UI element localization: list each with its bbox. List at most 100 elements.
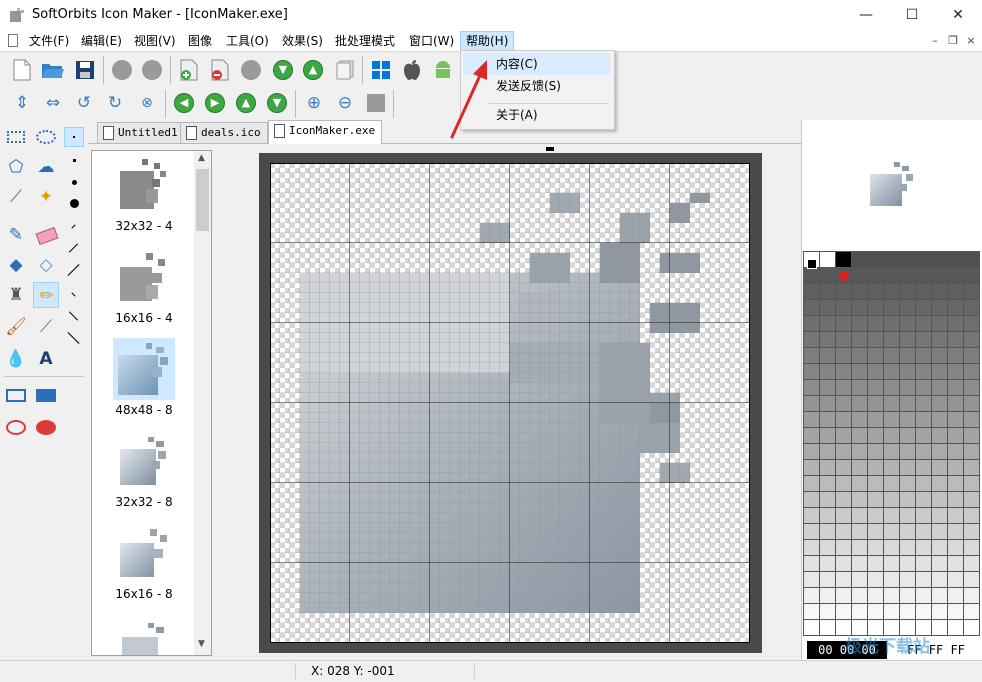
palette-swatch[interactable]: [883, 507, 900, 524]
palette-swatch[interactable]: [947, 299, 964, 316]
palette-swatch[interactable]: [851, 315, 868, 332]
palette-swatch[interactable]: [931, 299, 948, 316]
palette-swatch[interactable]: [803, 283, 820, 300]
palette-swatch[interactable]: [899, 491, 916, 508]
palette-swatch[interactable]: [867, 363, 884, 380]
palette-swatch[interactable]: [819, 555, 836, 572]
palette-swatch[interactable]: [819, 395, 836, 412]
palette-swatch[interactable]: [851, 427, 868, 444]
palette-swatch[interactable]: [947, 267, 964, 284]
palette-swatch[interactable]: [819, 459, 836, 476]
palette-swatch[interactable]: [963, 523, 980, 540]
palette-swatch[interactable]: [835, 251, 852, 268]
palette-swatch[interactable]: [931, 379, 948, 396]
palette-swatch[interactable]: [947, 331, 964, 348]
stamp-tool[interactable]: ♜: [3, 282, 29, 308]
brush-size-2[interactable]: [64, 150, 84, 170]
palette-swatch[interactable]: [803, 555, 820, 572]
palette-swatch[interactable]: [899, 299, 916, 316]
delete-image-button[interactable]: [207, 57, 233, 83]
palette-swatch[interactable]: [867, 491, 884, 508]
move-up-button[interactable]: ▲: [300, 57, 326, 83]
palette-swatch[interactable]: [931, 619, 948, 636]
palette-swatch[interactable]: [867, 299, 884, 316]
palette-swatch[interactable]: [915, 379, 932, 396]
palette-swatch[interactable]: [931, 587, 948, 604]
palette-swatch[interactable]: [803, 459, 820, 476]
flip-horizontal-button[interactable]: ⇔: [40, 90, 66, 116]
palette-swatch[interactable]: [819, 299, 836, 316]
pixel-canvas[interactable]: [270, 163, 750, 643]
size-thumbnail-32x32-4[interactable]: [116, 157, 172, 213]
eraser-tool[interactable]: [33, 222, 59, 248]
palette-swatch[interactable]: [851, 379, 868, 396]
palette-swatch[interactable]: [947, 315, 964, 332]
menu-effects[interactable]: 效果(S): [277, 31, 328, 51]
brush-line-6[interactable]: [64, 328, 84, 348]
brush-line-1[interactable]: [64, 216, 84, 236]
palette-swatch[interactable]: [915, 251, 932, 268]
palette-swatch[interactable]: [883, 539, 900, 556]
palette-swatch[interactable]: [883, 299, 900, 316]
palette-swatch[interactable]: [803, 443, 820, 460]
palette-swatch[interactable]: [947, 491, 964, 508]
palette-swatch[interactable]: [851, 347, 868, 364]
palette-swatch[interactable]: [899, 555, 916, 572]
palette-swatch[interactable]: [947, 555, 964, 572]
fill-tool[interactable]: ◆: [3, 252, 29, 278]
palette-swatch[interactable]: [883, 315, 900, 332]
palette-swatch[interactable]: [835, 475, 852, 492]
palette-swatch[interactable]: [947, 459, 964, 476]
palette-swatch[interactable]: [835, 603, 852, 620]
palette-swatch[interactable]: [867, 251, 884, 268]
palette-swatch[interactable]: [931, 603, 948, 620]
palette-swatch[interactable]: [915, 507, 932, 524]
apple-icon-button[interactable]: [399, 57, 425, 83]
palette-swatch[interactable]: [915, 571, 932, 588]
palette-swatch[interactable]: [835, 427, 852, 444]
polygon-select-tool[interactable]: ⟋: [3, 184, 29, 210]
rectangle-tool[interactable]: [3, 382, 29, 408]
freeform-select-tool[interactable]: ☁: [33, 154, 59, 180]
zoom-out-button[interactable]: ⊖: [332, 90, 358, 116]
palette-swatch[interactable]: [915, 475, 932, 492]
palette-swatch[interactable]: [867, 459, 884, 476]
palette-swatch[interactable]: [867, 347, 884, 364]
size-thumbnail-partial[interactable]: [116, 617, 172, 656]
palette-swatch[interactable]: [963, 507, 980, 524]
palette-swatch[interactable]: [803, 331, 820, 348]
menu-window[interactable]: 窗口(W): [404, 31, 459, 51]
palette-swatch[interactable]: [963, 283, 980, 300]
size-thumbnail-32x32-8[interactable]: [116, 433, 172, 489]
menu-view[interactable]: 视图(V): [129, 31, 181, 51]
palette-swatch[interactable]: [835, 507, 852, 524]
palette-swatch[interactable]: [851, 507, 868, 524]
palette-swatch[interactable]: [819, 619, 836, 636]
palette-swatch[interactable]: [899, 347, 916, 364]
add-image-button[interactable]: [176, 57, 202, 83]
new-file-button[interactable]: [9, 57, 35, 83]
palette-swatch[interactable]: [803, 347, 820, 364]
palette-swatch[interactable]: [947, 395, 964, 412]
palette-swatch[interactable]: [851, 475, 868, 492]
save-button[interactable]: [72, 57, 98, 83]
palette-swatch[interactable]: [835, 459, 852, 476]
palette-swatch[interactable]: [867, 395, 884, 412]
palette-swatch[interactable]: [931, 491, 948, 508]
palette-swatch[interactable]: [803, 603, 820, 620]
palette-swatch[interactable]: [915, 587, 932, 604]
palette-swatch[interactable]: [931, 251, 948, 268]
clear-button[interactable]: ⊗: [134, 90, 160, 116]
palette-swatch[interactable]: [819, 491, 836, 508]
brush-line-4[interactable]: [64, 284, 84, 304]
palette-swatch[interactable]: [963, 379, 980, 396]
menu-batch[interactable]: 批处理模式: [330, 31, 400, 51]
palette-swatch[interactable]: [835, 571, 852, 588]
palette-swatch[interactable]: [851, 571, 868, 588]
menu-tools[interactable]: 工具(O): [221, 31, 274, 51]
palette-swatch[interactable]: [803, 475, 820, 492]
brush-line-5[interactable]: [64, 306, 84, 326]
brush-line-2[interactable]: [64, 238, 84, 258]
palette-swatch[interactable]: [931, 571, 948, 588]
palette-swatch[interactable]: [915, 491, 932, 508]
